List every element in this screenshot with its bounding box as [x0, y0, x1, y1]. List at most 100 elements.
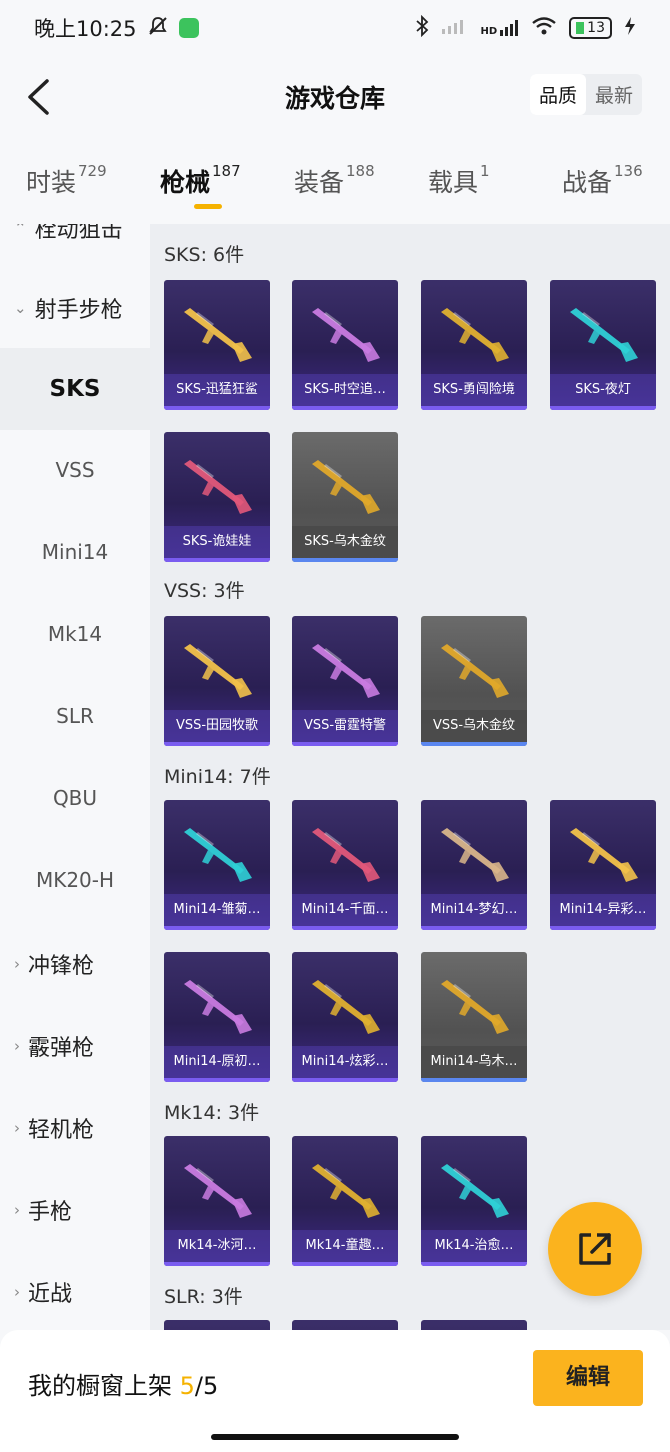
- external-link-icon: [579, 1233, 611, 1265]
- weapon-card-label: Mini14-千面…: [292, 894, 398, 926]
- weapon-skin-image: [435, 302, 513, 366]
- quality-bar: [550, 406, 656, 410]
- tab-vehicles[interactable]: 载具 1: [402, 162, 536, 199]
- weapon-skin-image: [178, 1158, 256, 1222]
- quality-bar: [421, 406, 527, 410]
- weapon-card-label: SKS-迅猛狂鲨: [164, 374, 270, 406]
- quality-bar: [164, 742, 270, 746]
- share-fab-button[interactable]: [548, 1202, 642, 1296]
- sidebar-cat-dmr[interactable]: ⌄ 射手步枪: [14, 292, 123, 324]
- weapon-card-label: VSS-田园牧歌: [164, 710, 270, 742]
- weapon-card[interactable]: Mk14-冰河…: [164, 1136, 270, 1266]
- status-bar: 晚上10:25 HD 13: [0, 0, 670, 56]
- status-left: 晚上10:25: [34, 13, 199, 43]
- group-title-vss: VSS: 3件: [164, 580, 245, 602]
- weapon-card[interactable]: Mini14-异彩…: [550, 800, 656, 930]
- weapon-card[interactable]: Mini14-千面…: [292, 800, 398, 930]
- weapon-card[interactable]: VSS-田园牧歌: [164, 616, 270, 746]
- weapon-card[interactable]: Mk14-童趣…: [292, 1136, 398, 1266]
- weapon-card-label: Mini14-异彩…: [550, 894, 656, 926]
- quality-bar: [550, 926, 656, 930]
- weapon-card-label: Mini14-原初…: [164, 1046, 270, 1078]
- weapon-card[interactable]: SKS-时空追…: [292, 280, 398, 410]
- sidebar-cat-lmg[interactable]: › 轻机枪: [14, 1112, 94, 1144]
- weapon-skin-image: [306, 638, 384, 702]
- weapon-card-label: SKS-夜灯: [550, 374, 656, 406]
- edit-button[interactable]: 编辑: [533, 1350, 643, 1406]
- weapon-card[interactable]: Mini14-原初…: [164, 952, 270, 1082]
- weapon-card[interactable]: Mini14-雏菊…: [164, 800, 270, 930]
- weapon-card[interactable]: SKS-迅猛狂鲨: [164, 280, 270, 410]
- group-title-sks: SKS: 6件: [164, 244, 245, 266]
- weapon-skin-image: [435, 822, 513, 886]
- sidebar-item-vss[interactable]: VSS: [0, 458, 150, 482]
- weapon-skin-image: [178, 822, 256, 886]
- weapon-card-label: Mini14-梦幻…: [421, 894, 527, 926]
- sidebar-item-sks[interactable]: SKS: [0, 348, 150, 430]
- tab-firearms[interactable]: 枪械 187: [134, 162, 268, 199]
- quality-bar: [421, 1078, 527, 1082]
- status-right: HD 13: [415, 14, 637, 42]
- weapon-card-label: VSS-乌木金纹: [421, 710, 527, 742]
- weapon-card[interactable]: Mini14-梦幻…: [421, 800, 527, 930]
- sidebar-item-slr[interactable]: SLR: [0, 704, 150, 728]
- weapon-card[interactable]: Mini14-乌木…: [421, 952, 527, 1082]
- charging-icon: [624, 16, 636, 41]
- weapon-card[interactable]: [164, 1320, 270, 1330]
- chevron-down-icon: ⌄: [14, 299, 27, 317]
- sidebar-cat-bolt-sniper[interactable]: ⌃ 栓动狙击: [14, 224, 123, 244]
- sidebar-item-mini14[interactable]: Mini14: [0, 540, 150, 564]
- weapon-card[interactable]: SKS-乌木金纹: [292, 432, 398, 562]
- category-tabs: 时装 729 枪械 187 装备 188 载具 1 战备 136: [0, 138, 670, 224]
- signal-hd-icon: HD: [481, 19, 520, 37]
- chevron-left-icon: [28, 79, 49, 115]
- weapon-card[interactable]: SKS-勇闯险境: [421, 280, 527, 410]
- weapon-skin-image: [178, 974, 256, 1038]
- sidebar-cat-pistol[interactable]: › 手枪: [14, 1194, 72, 1226]
- sidebar-cat-melee[interactable]: › 近战: [14, 1276, 72, 1308]
- weapon-card[interactable]: SKS-夜灯: [550, 280, 656, 410]
- weapon-card[interactable]: Mk14-治愈…: [421, 1136, 527, 1266]
- quality-bar: [421, 1262, 527, 1266]
- weapon-card[interactable]: [421, 1320, 527, 1330]
- weapon-card[interactable]: [292, 1320, 398, 1330]
- weapon-skin-image: [178, 302, 256, 366]
- weapon-card-label: Mk14-冰河…: [164, 1230, 270, 1262]
- sidebar-item-mk14[interactable]: Mk14: [0, 622, 150, 646]
- weapon-skin-image: [306, 1158, 384, 1222]
- tab-fashion[interactable]: 时装 729: [0, 162, 134, 199]
- weapon-card-label: Mk14-童趣…: [292, 1230, 398, 1262]
- weapon-card-label: SKS-乌木金纹: [292, 526, 398, 558]
- weapon-card-label: Mini14-雏菊…: [164, 894, 270, 926]
- weapon-card[interactable]: Mini14-炫彩…: [292, 952, 398, 1082]
- quality-bar: [421, 742, 527, 746]
- sort-quality-button[interactable]: 品质: [529, 74, 586, 115]
- sidebar-item-qbu[interactable]: QBU: [0, 786, 150, 810]
- weapon-card[interactable]: VSS-乌木金纹: [421, 616, 527, 746]
- sidebar-cat-shotgun[interactable]: › 霰弹枪: [14, 1030, 94, 1062]
- back-button[interactable]: [18, 74, 58, 120]
- weapon-skin-image: [306, 822, 384, 886]
- weapon-skin-image: [435, 638, 513, 702]
- group-title-mk14: Mk14: 3件: [164, 1102, 260, 1124]
- app-notification-icon: [178, 18, 199, 38]
- sort-toggle: 品质 最新: [529, 74, 642, 115]
- showcase-status: 我的橱窗上架 5/5: [28, 1372, 219, 1400]
- sidebar-item-mk20h[interactable]: MK20-H: [0, 868, 150, 892]
- weapon-skin-image: [435, 1158, 513, 1222]
- quality-bar: [292, 742, 398, 746]
- battery-icon: 13: [569, 17, 612, 39]
- quality-bar: [292, 1262, 398, 1266]
- quality-bar: [421, 926, 527, 930]
- status-time: 晚上10:25: [34, 17, 137, 41]
- weapon-card-label: SKS-诡娃娃: [164, 526, 270, 558]
- tab-equipment[interactable]: 装备 188: [268, 162, 402, 199]
- sidebar-cat-smg[interactable]: › 冲锋枪: [14, 948, 94, 980]
- quality-bar: [164, 926, 270, 930]
- weapon-skin-image: [306, 302, 384, 366]
- weapon-card[interactable]: SKS-诡娃娃: [164, 432, 270, 562]
- weapon-grid: SKS: 6件 VSS: 3件 Mini14: 7件 Mk14: 3件 SLR:…: [150, 224, 670, 1330]
- weapon-card[interactable]: VSS-雷霆特警: [292, 616, 398, 746]
- tab-supplies[interactable]: 战备 136: [536, 162, 670, 199]
- sort-newest-button[interactable]: 最新: [586, 74, 642, 115]
